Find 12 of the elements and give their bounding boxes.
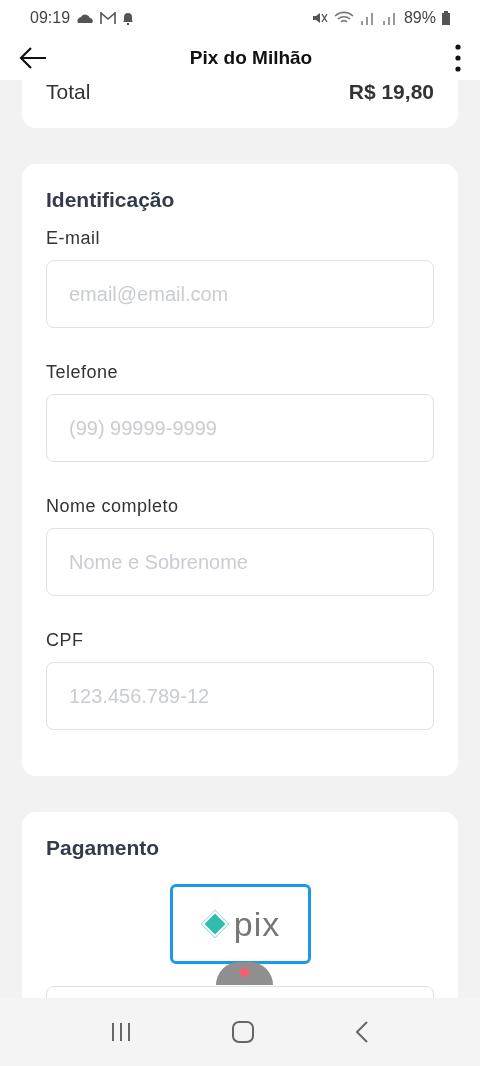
- total-label: Total: [46, 80, 91, 104]
- clock-time: 09:19: [30, 9, 71, 27]
- section-title: Identificação: [46, 188, 176, 212]
- field-label: CPF: [46, 630, 85, 651]
- screen-title: Pix do Milhão: [188, 47, 314, 69]
- field-label: Telefone: [46, 362, 120, 383]
- payment-option[interactable]: pix: [169, 884, 311, 964]
- total-value: R$ 19,80: [348, 80, 434, 104]
- field-label: Nome completo: [46, 496, 180, 517]
- battery-percentage: 89%: [403, 9, 436, 27]
- field-label: E-mail: [46, 228, 101, 249]
- section-title: Pagamento: [46, 836, 161, 860]
